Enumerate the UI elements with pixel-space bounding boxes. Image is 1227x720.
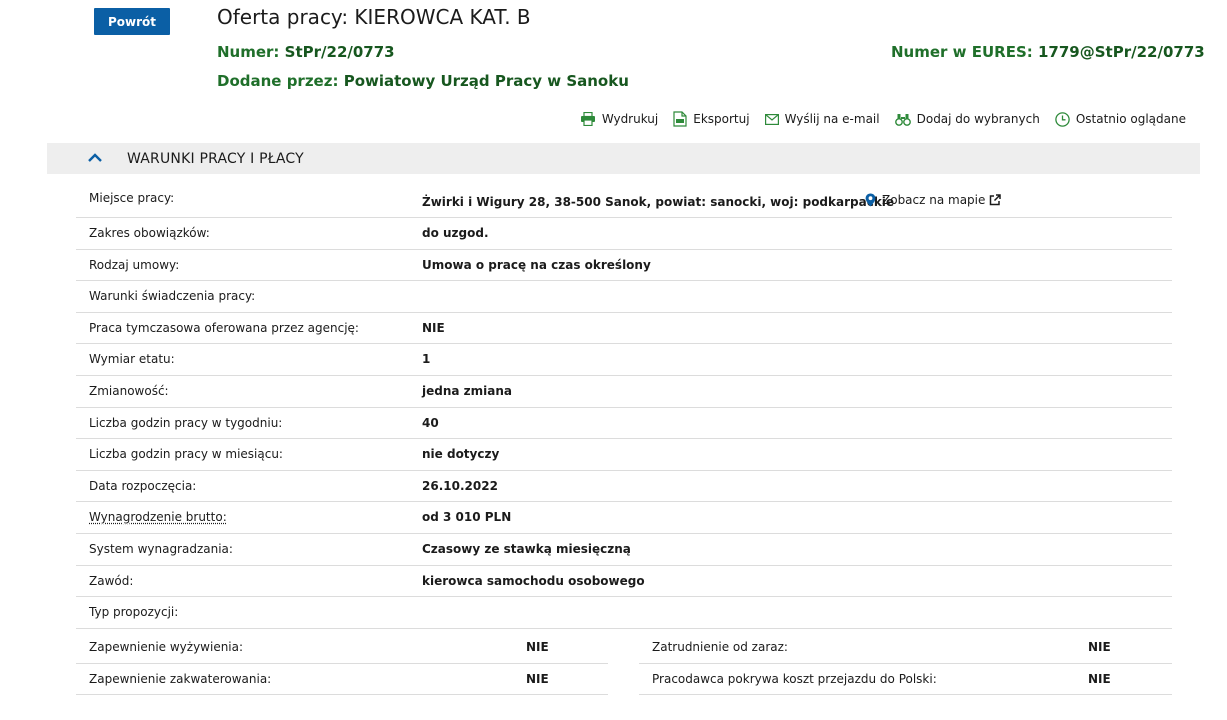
- row-label: Rodzaj umowy:: [89, 257, 180, 272]
- envelope-icon: [764, 113, 779, 125]
- table-row: Liczba godzin pracy w tygodniu: 40: [76, 408, 1172, 440]
- extras-grid: Zapewnienie wyżywienia: NIE Zapewnienie …: [76, 632, 1172, 696]
- page-title: Oferta pracy: KIEROWCA KAT. B: [217, 5, 531, 29]
- map-pin-icon: [865, 193, 876, 207]
- table-row: System wynagradzania: Czasowy ze stawką …: [76, 534, 1172, 566]
- recently-viewed-button[interactable]: Ostatnio oglądane: [1055, 111, 1186, 127]
- row-label: Liczba godzin pracy w tygodniu:: [89, 415, 283, 430]
- table-row: Praca tymczasowa oferowana przez agencję…: [76, 313, 1172, 345]
- table-row: Zapewnienie wyżywienia: NIE: [76, 632, 608, 664]
- extras-right-column: Zatrudnienie od zaraz: NIE Pracodawca po…: [639, 632, 1172, 696]
- row-value: NIE: [526, 671, 549, 686]
- row-label: Zapewnienie wyżywienia:: [89, 640, 244, 654]
- table-row: Warunki świadczenia pracy:: [76, 281, 1172, 313]
- row-label: Miejsce pracy:: [89, 191, 175, 205]
- row-value: 40: [422, 415, 439, 430]
- email-button[interactable]: Wyślij na e-mail: [764, 112, 880, 126]
- email-label: Wyślij na e-mail: [784, 112, 880, 126]
- eures-number-value: 1779@StPr/22/0773: [1038, 43, 1205, 61]
- printer-icon: [580, 112, 595, 126]
- added-by: Dodane przez: Powiatowy Urząd Pracy w Sa…: [217, 72, 629, 90]
- chevron-up-icon[interactable]: [87, 152, 103, 163]
- back-button[interactable]: Powrót: [94, 8, 170, 35]
- row-value: od 3 010 PLN: [422, 510, 512, 525]
- row-value: NIE: [422, 320, 445, 335]
- row-label: Wymiar etatu:: [89, 352, 175, 367]
- row-value: 1: [422, 352, 431, 367]
- table-row: Liczba godzin pracy w miesiącu: nie doty…: [76, 439, 1172, 471]
- row-value: Umowa o pracę na czas określony: [422, 257, 651, 272]
- eures-number: Numer w EURES: 1779@StPr/22/0773: [891, 43, 1205, 61]
- table-row: Wymiar etatu: 1: [76, 344, 1172, 376]
- table-row: Typ propozycji:: [76, 597, 1172, 629]
- binoculars-icon: [894, 113, 911, 126]
- table-row: Data rozpoczęcia: 26.10.2022: [76, 471, 1172, 503]
- row-value: do uzgod.: [422, 226, 489, 240]
- row-label: Zakres obowiązków:: [89, 226, 210, 240]
- row-label: Liczba godzin pracy w miesiącu:: [89, 447, 283, 462]
- show-on-map-label: Zobacz na mapie: [882, 193, 986, 207]
- actions-toolbar: Wydrukuj Eksportuj Wyślij na e-mail Doda…: [580, 111, 1186, 127]
- show-on-map-link[interactable]: Zobacz na mapie: [865, 193, 1002, 207]
- added-by-value: Powiatowy Urząd Pracy w Sanoku: [343, 72, 629, 90]
- section-toggle-work-conditions[interactable]: WARUNKI PRACY I PŁACY: [47, 143, 1200, 174]
- table-row: Zmianowość: jedna zmiana: [76, 376, 1172, 408]
- row-value: nie dotyczy: [422, 447, 500, 462]
- eures-number-key: Numer w EURES:: [891, 43, 1033, 61]
- table-row: Pracodawca pokrywa koszt przejazdu do Po…: [639, 664, 1172, 695]
- row-label: Zatrudnienie od zaraz:: [652, 640, 788, 654]
- print-button[interactable]: Wydrukuj: [580, 112, 658, 126]
- row-label: Data rozpoczęcia:: [89, 478, 197, 493]
- row-label: System wynagradzania:: [89, 541, 233, 556]
- row-label: Zmianowość:: [89, 383, 169, 398]
- row-value: NIE: [526, 640, 549, 654]
- row-value: NIE: [1088, 640, 1111, 654]
- table-row: Miejsce pracy: Żwirki i Wigury 28, 38-50…: [76, 182, 1172, 218]
- row-label: Praca tymczasowa oferowana przez agencję…: [89, 320, 359, 335]
- row-value: NIE: [1088, 671, 1111, 686]
- row-label: Pracodawca pokrywa koszt przejazdu do Po…: [652, 671, 937, 686]
- export-button[interactable]: Eksportuj: [673, 111, 750, 127]
- section-title: WARUNKI PRACY I PŁACY: [127, 151, 304, 167]
- print-label: Wydrukuj: [601, 112, 659, 126]
- added-by-key: Dodane przez:: [217, 72, 339, 90]
- offer-number: Numer: StPr/22/0773: [217, 43, 395, 61]
- row-value: 26.10.2022: [422, 478, 498, 493]
- row-label-abbr[interactable]: Wynagrodzenie brutto:: [89, 510, 227, 524]
- add-favorite-label: Dodaj do wybranych: [916, 112, 1040, 126]
- export-pdf-icon: [673, 111, 687, 127]
- offer-number-value: StPr/22/0773: [284, 43, 395, 61]
- row-value: kierowca samochodu osobowego: [422, 573, 645, 588]
- table-row: Wynagrodzenie brutto: od 3 010 PLN: [76, 502, 1172, 534]
- row-label: Warunki świadczenia pracy:: [89, 289, 256, 304]
- offer-number-key: Numer:: [217, 43, 280, 61]
- table-row: Zakres obowiązków: do uzgod.: [76, 218, 1172, 250]
- recently-viewed-label: Ostatnio oglądane: [1075, 112, 1186, 126]
- row-value: Czasowy ze stawką miesięczną: [422, 541, 631, 556]
- table-row: Zatrudnienie od zaraz: NIE: [639, 632, 1172, 664]
- row-label: Zawód:: [89, 573, 134, 588]
- clock-icon: [1055, 111, 1070, 127]
- extras-left-column: Zapewnienie wyżywienia: NIE Zapewnienie …: [76, 632, 608, 696]
- table-row: Zawód: kierowca samochodu osobowego: [76, 566, 1172, 598]
- table-row: Rodzaj umowy: Umowa o pracę na czas okre…: [76, 250, 1172, 282]
- external-link-icon: [990, 194, 1002, 206]
- row-value: jedna zmiana: [422, 383, 512, 398]
- row-label: Typ propozycji:: [89, 605, 179, 620]
- row-value: Żwirki i Wigury 28, 38-500 Sanok, powiat…: [422, 195, 895, 209]
- row-label: Zapewnienie zakwaterowania:: [89, 671, 272, 686]
- export-label: Eksportuj: [693, 112, 750, 126]
- add-favorite-button[interactable]: Dodaj do wybranych: [894, 112, 1040, 126]
- work-conditions-table: Miejsce pracy: Żwirki i Wigury 28, 38-50…: [76, 182, 1172, 629]
- table-row: Zapewnienie zakwaterowania: NIE: [76, 664, 608, 695]
